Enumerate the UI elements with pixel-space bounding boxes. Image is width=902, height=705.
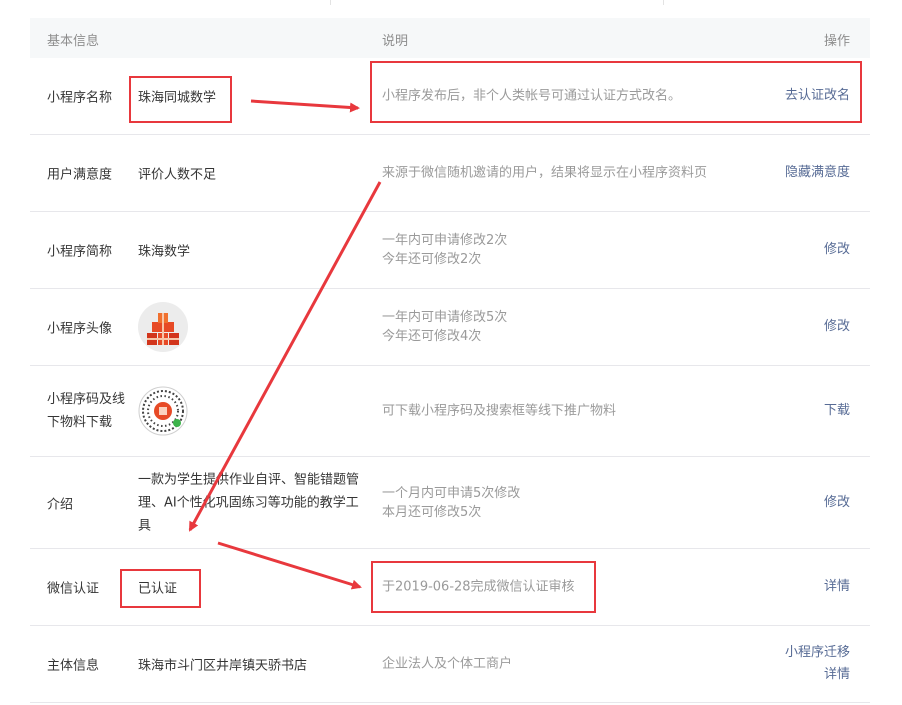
header-basic-info: 基本信息 bbox=[47, 34, 100, 49]
header-operation: 操作 bbox=[823, 34, 850, 49]
row-label: 微信认证 bbox=[47, 581, 100, 597]
migrate-mini-program-link[interactable]: 小程序迁移 bbox=[785, 645, 850, 660]
modify-short-name-link[interactable]: 修改 bbox=[824, 239, 850, 261]
header-description: 说明 bbox=[382, 34, 409, 49]
row-short-name: 小程序简称 珠海数学 一年内可申请修改2次 今年还可修改2次 修改 bbox=[30, 212, 870, 289]
mini-program-code-icon bbox=[138, 386, 188, 436]
hide-satisfaction-link[interactable]: 隐藏满意度 bbox=[785, 162, 850, 184]
subject-details-link[interactable]: 详情 bbox=[824, 667, 850, 682]
basic-info-table: 基本信息 说明 操作 小程序名称 珠海同城数学 小程序发布后，非个人类帐号可通过… bbox=[30, 18, 870, 703]
row-description: 可下载小程序码及搜索框等线下推广物料 bbox=[382, 403, 617, 419]
modify-introduction-link[interactable]: 修改 bbox=[824, 492, 850, 514]
annotation-box-certified bbox=[120, 569, 201, 608]
row-description: 一个月内可申请5次修改 本月还可修改5次 bbox=[382, 484, 520, 522]
annotation-box-rename bbox=[370, 61, 862, 123]
row-label: 主体信息 bbox=[47, 658, 100, 674]
subject-operations: 小程序迁移 详情 bbox=[785, 642, 850, 686]
row-label: 小程序码及线下物料下载 bbox=[47, 392, 126, 430]
subject-name-value: 珠海市斗门区井岸镇天骄书店 bbox=[138, 658, 308, 674]
desc-line: 一年内可申请修改2次 bbox=[382, 233, 508, 248]
row-label: 用户满意度 bbox=[47, 167, 113, 183]
row-description: 来源于微信随机邀请的用户，结果将显示在小程序资料页 bbox=[382, 165, 708, 181]
row-subject-info: 主体信息 珠海市斗门区井岸镇天骄书店 企业法人及个体工商户 小程序迁移 详情 bbox=[30, 626, 870, 703]
row-label: 介绍 bbox=[47, 497, 74, 512]
row-description: 一年内可申请修改5次 今年还可修改4次 bbox=[382, 308, 507, 346]
short-name-value: 珠海数学 bbox=[138, 244, 191, 260]
annotation-box-name bbox=[129, 76, 232, 123]
row-avatar: 小程序头像 一年内可申请修改5次 今年还可修改4次 修改 bbox=[30, 289, 870, 366]
row-label: 小程序名称 bbox=[47, 90, 113, 106]
modify-avatar-link[interactable]: 修改 bbox=[824, 316, 850, 338]
desc-line: 一年内可申请修改5次 bbox=[382, 310, 508, 325]
row-label: 小程序简称 bbox=[47, 244, 113, 260]
row-mini-program-code: 小程序码及线下物料下载 可下载小程序码及搜索框等线下推广物料 下载 bbox=[30, 366, 870, 457]
certification-details-link[interactable]: 详情 bbox=[824, 576, 850, 598]
row-introduction: 介绍 一款为学生提供作业自评、智能错题管理、AI个性化巩固练习等功能的教学工具 … bbox=[30, 457, 870, 549]
row-description: 一年内可申请修改2次 今年还可修改2次 bbox=[382, 231, 507, 269]
annotation-box-cert-date bbox=[371, 561, 596, 613]
table-header: 基本信息 说明 操作 bbox=[30, 18, 870, 58]
desc-line: 今年还可修改4次 bbox=[382, 329, 482, 344]
introduction-value: 一款为学生提供作业自评、智能错题管理、AI个性化巩固练习等功能的教学工具 bbox=[138, 472, 360, 533]
gift-boxes-icon bbox=[138, 302, 188, 352]
top-tick bbox=[663, 0, 664, 5]
desc-line: 一个月内可申请5次修改 bbox=[382, 485, 521, 501]
satisfaction-value: 评价人数不足 bbox=[138, 167, 217, 183]
row-description: 企业法人及个体工商户 bbox=[382, 656, 513, 672]
row-label: 小程序头像 bbox=[47, 321, 113, 337]
desc-line: 今年还可修改2次 bbox=[382, 252, 482, 267]
top-tick bbox=[330, 0, 331, 5]
download-code-link[interactable]: 下载 bbox=[824, 400, 850, 422]
row-user-satisfaction: 用户满意度 评价人数不足 来源于微信随机邀请的用户，结果将显示在小程序资料页 隐… bbox=[30, 135, 870, 212]
desc-line: 本月还可修改5次 bbox=[382, 504, 482, 520]
top-edge bbox=[0, 0, 902, 5]
